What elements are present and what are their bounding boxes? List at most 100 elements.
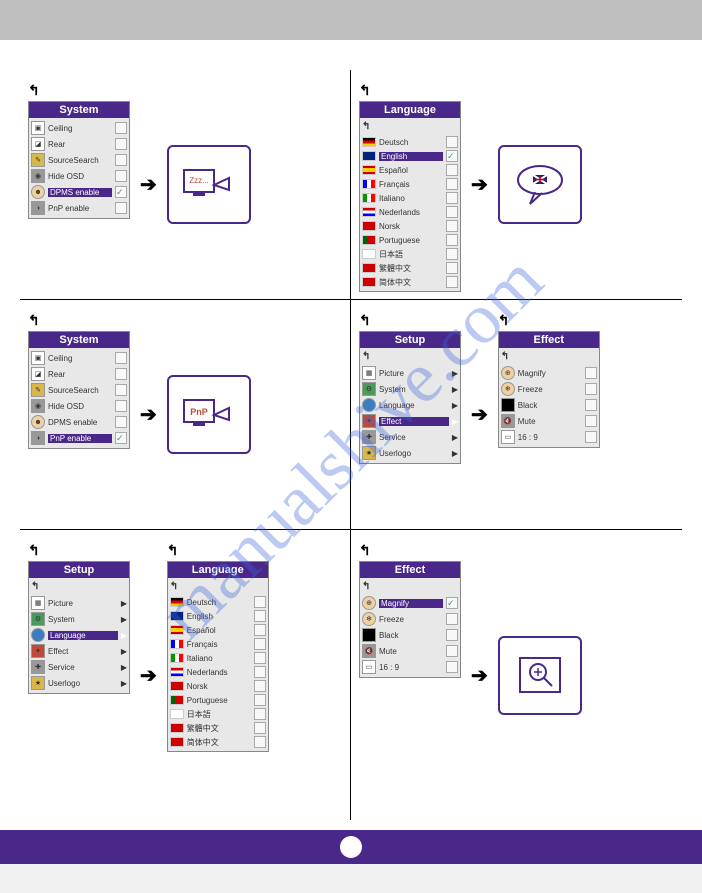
checkbox[interactable] [254, 652, 266, 664]
back-icon[interactable]: ↰ [501, 351, 509, 362]
menu-row[interactable]: 日本語 [168, 707, 268, 721]
menu-row[interactable]: ✎SourceSearch [29, 152, 129, 168]
checkbox[interactable] [585, 367, 597, 379]
checkbox[interactable] [585, 383, 597, 395]
menu-row[interactable]: Français [168, 637, 268, 651]
menu-row[interactable]: 简体中文 [168, 735, 268, 749]
menu-row[interactable]: Español [168, 623, 268, 637]
menu-row[interactable]: ✚Service▶ [29, 659, 129, 675]
menu-row[interactable]: ✦Effect▶ [29, 643, 129, 659]
menu-row[interactable]: 繁體中文 [360, 261, 460, 275]
menu-row[interactable]: Français [360, 177, 460, 191]
menu-row[interactable]: ▦Picture▶ [29, 595, 129, 611]
checkbox-checked[interactable] [115, 186, 127, 198]
checkbox[interactable] [585, 431, 597, 443]
menu-row[interactable]: Norsk [360, 219, 460, 233]
menu-row[interactable]: ▭16 : 9 [360, 659, 460, 675]
menu-row[interactable]: Nederlands [168, 665, 268, 679]
menu-row[interactable]: Black [360, 627, 460, 643]
checkbox[interactable] [446, 234, 458, 246]
checkbox[interactable] [254, 638, 266, 650]
menu-row[interactable]: ▣Ceiling [29, 350, 129, 366]
back-icon[interactable]: ↰ [362, 121, 370, 132]
checkbox[interactable] [115, 416, 127, 428]
menu-row[interactable]: Nederlands [360, 205, 460, 219]
back-icon[interactable]: ↰ [362, 351, 370, 362]
checkbox[interactable] [254, 596, 266, 608]
menu-row[interactable]: 繁體中文 [168, 721, 268, 735]
checkbox[interactable] [115, 170, 127, 182]
checkbox-checked[interactable] [115, 432, 127, 444]
menu-row[interactable]: 简体中文 [360, 275, 460, 289]
menu-row[interactable]: ✎SourceSearch [29, 382, 129, 398]
checkbox[interactable] [254, 624, 266, 636]
checkbox[interactable] [446, 192, 458, 204]
menu-row[interactable]: ⚙System▶ [29, 611, 129, 627]
checkbox-checked[interactable] [446, 150, 458, 162]
menu-row[interactable]: Italiano [168, 651, 268, 665]
menu-row[interactable]: ✚Service▶ [360, 429, 460, 445]
menu-row[interactable]: English [168, 609, 268, 623]
menu-row-selected[interactable]: ✦Effect▶ [360, 413, 460, 429]
menu-row[interactable]: 🔇Mute [360, 643, 460, 659]
menu-row-selected[interactable]: Language▶ [29, 627, 129, 643]
checkbox[interactable] [115, 154, 127, 166]
menu-row[interactable]: Italiano [360, 191, 460, 205]
menu-row-selected[interactable]: ⊕Magnify [360, 595, 460, 611]
checkbox[interactable] [115, 352, 127, 364]
menu-row[interactable]: Black [499, 397, 599, 413]
menu-row[interactable]: ◉Hide OSD [29, 168, 129, 184]
menu-row[interactable]: ▭16 : 9 [499, 429, 599, 445]
checkbox[interactable] [254, 708, 266, 720]
checkbox[interactable] [115, 138, 127, 150]
checkbox[interactable] [254, 610, 266, 622]
menu-row[interactable]: ◪Rear [29, 136, 129, 152]
checkbox[interactable] [115, 384, 127, 396]
menu-row-selected[interactable]: ☻DPMS enable [29, 184, 129, 200]
checkbox-checked[interactable] [446, 597, 458, 609]
menu-row[interactable]: Portuguese [360, 233, 460, 247]
checkbox[interactable] [446, 645, 458, 657]
checkbox[interactable] [585, 415, 597, 427]
checkbox[interactable] [115, 122, 127, 134]
menu-row[interactable]: Deutsch [168, 595, 268, 609]
menu-row[interactable]: ▦Picture▶ [360, 365, 460, 381]
back-icon[interactable]: ↰ [170, 581, 178, 592]
checkbox[interactable] [254, 680, 266, 692]
back-icon[interactable]: ↰ [362, 581, 370, 592]
checkbox[interactable] [446, 613, 458, 625]
checkbox[interactable] [446, 164, 458, 176]
menu-row[interactable]: Norsk [168, 679, 268, 693]
menu-row[interactable]: ★Userlogo▶ [29, 675, 129, 691]
menu-row[interactable]: ☻DPMS enable [29, 414, 129, 430]
menu-row[interactable]: ◪Rear [29, 366, 129, 382]
checkbox[interactable] [585, 399, 597, 411]
menu-row[interactable]: 日本語 [360, 247, 460, 261]
menu-row[interactable]: 🔇Mute [499, 413, 599, 429]
menu-row[interactable]: Español [360, 163, 460, 177]
menu-row[interactable]: Deutsch [360, 135, 460, 149]
checkbox[interactable] [254, 722, 266, 734]
checkbox[interactable] [446, 262, 458, 274]
checkbox[interactable] [446, 661, 458, 673]
menu-row[interactable]: Language▶ [360, 397, 460, 413]
checkbox[interactable] [115, 202, 127, 214]
checkbox[interactable] [446, 136, 458, 148]
checkbox[interactable] [115, 400, 127, 412]
checkbox[interactable] [254, 694, 266, 706]
checkbox[interactable] [446, 248, 458, 260]
menu-row-selected[interactable]: English [360, 149, 460, 163]
menu-row[interactable]: ★Userlogo▶ [360, 445, 460, 461]
checkbox[interactable] [115, 368, 127, 380]
menu-row[interactable]: ▣Ceiling [29, 120, 129, 136]
menu-row[interactable]: ❄Freeze [499, 381, 599, 397]
checkbox[interactable] [446, 276, 458, 288]
menu-row-selected[interactable]: ◑PnP enable [29, 430, 129, 446]
menu-row[interactable]: ⚙System▶ [360, 381, 460, 397]
menu-row[interactable]: ◑PnP enable [29, 200, 129, 216]
back-icon[interactable]: ↰ [31, 581, 39, 592]
checkbox[interactable] [446, 178, 458, 190]
checkbox[interactable] [446, 206, 458, 218]
checkbox[interactable] [446, 220, 458, 232]
menu-row[interactable]: Portuguese [168, 693, 268, 707]
